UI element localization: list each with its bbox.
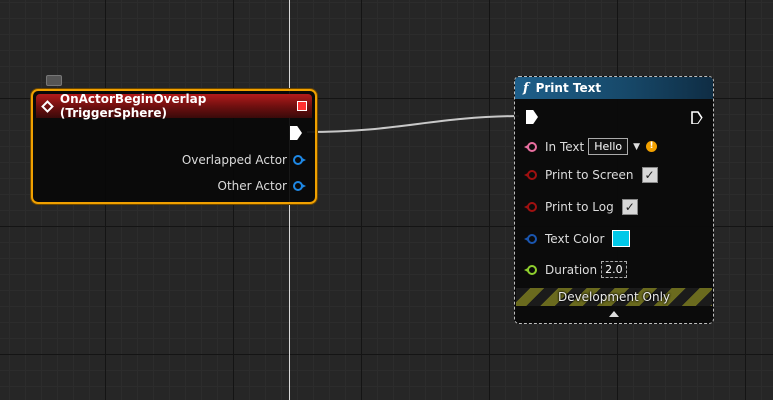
pin-label: Other Actor — [217, 179, 287, 193]
event-node-title: OnActorBeginOverlap (TriggerSphere) — [59, 92, 207, 120]
development-only-label: Development Only — [557, 290, 671, 304]
color-pin-icon[interactable] — [524, 233, 537, 244]
pin-label: Duration — [545, 262, 598, 277]
exec-output-pin[interactable] — [691, 110, 703, 124]
text-color-swatch[interactable] — [612, 230, 631, 247]
localization-icon[interactable]: ! — [646, 141, 658, 152]
input-pin-duration[interactable]: Duration 2.0 — [524, 261, 627, 278]
input-pin-print-to-screen[interactable]: Print to Screen ✓ — [524, 167, 658, 183]
bool-pin-icon[interactable] — [524, 202, 537, 212]
object-pin-icon[interactable] — [293, 155, 306, 165]
comment-bubble-icon[interactable] — [46, 75, 62, 86]
in-text-field[interactable]: Hello — [588, 138, 629, 155]
pin-label: In Text — [545, 139, 585, 154]
input-pin-text-color[interactable]: Text Color — [524, 230, 631, 247]
exec-arrow-icon — [290, 126, 302, 140]
print-to-screen-checkbox[interactable]: ✓ — [641, 167, 658, 183]
input-pin-in-text[interactable]: In Text Hello ▼ ! — [524, 138, 658, 155]
input-pin-print-to-log[interactable]: Print to Log ✓ — [524, 199, 638, 215]
function-icon: f — [523, 80, 529, 96]
chevron-down-icon[interactable]: ▼ — [633, 142, 640, 152]
pin-label: Text Color — [545, 231, 605, 246]
output-pin-overlapped-actor[interactable]: Overlapped Actor — [181, 153, 306, 167]
exec-input-pin[interactable] — [526, 110, 538, 124]
text-pin-icon[interactable] — [524, 141, 537, 152]
output-pin-other-actor[interactable]: Other Actor — [217, 179, 306, 193]
duration-field[interactable]: 2.0 — [601, 261, 627, 278]
expand-collapse-arrow-icon[interactable] — [609, 311, 619, 317]
print-text-node[interactable]: f Print Text In Text Hello ▼ ! Print to … — [514, 76, 714, 324]
pin-label: Overlapped Actor — [181, 153, 287, 167]
exec-arrow-icon — [526, 110, 538, 124]
print-node-header[interactable]: f Print Text — [515, 77, 713, 99]
pin-label: Print to Screen — [545, 168, 634, 182]
bool-pin-icon[interactable] — [524, 170, 537, 180]
float-pin-icon[interactable] — [524, 264, 537, 275]
exec-output-pin[interactable] — [290, 126, 302, 140]
delegate-pin-icon[interactable] — [297, 101, 307, 111]
print-to-log-checkbox[interactable]: ✓ — [621, 199, 638, 215]
pin-label: Print to Log — [545, 200, 614, 214]
development-only-banner: Development Only — [516, 288, 712, 306]
exec-outline-arrow-icon — [691, 110, 703, 124]
event-node-header[interactable]: OnActorBeginOverlap (TriggerSphere) — [36, 92, 312, 120]
event-diamond-icon — [41, 99, 54, 113]
object-pin-icon[interactable] — [293, 181, 306, 191]
print-node-title: Print Text — [535, 81, 602, 95]
event-node-on-actor-begin-overlap[interactable]: OnActorBeginOverlap (TriggerSphere) Over… — [31, 89, 317, 204]
